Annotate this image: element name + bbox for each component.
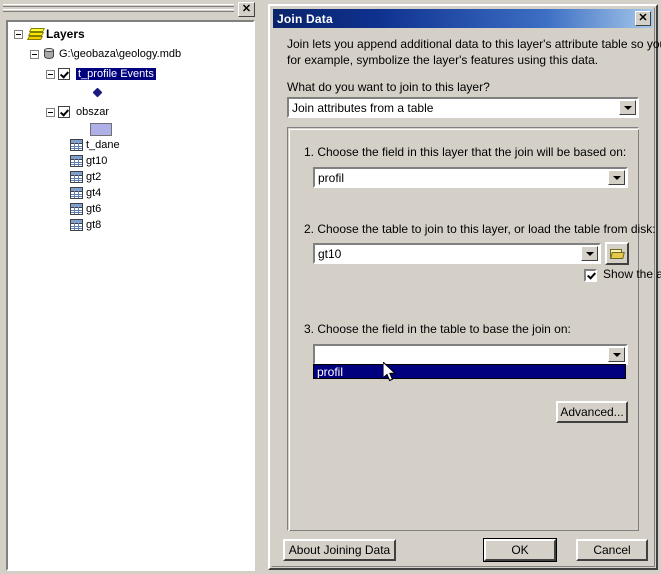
layers-stack-icon — [26, 27, 46, 41]
about-joining-data-button[interactable]: About Joining Data — [283, 539, 396, 561]
ok-button[interactable]: OK — [483, 538, 557, 562]
join-type-value: Join attributes from a table — [292, 100, 434, 115]
close-icon: ✕ — [638, 12, 648, 24]
join-type-combo[interactable]: Join attributes from a table — [287, 97, 639, 118]
table-of-contents-panel: ✕ Layers G:\geobaza\geology.mdb t_profil… — [0, 0, 264, 574]
browse-table-button[interactable] — [605, 242, 629, 265]
dialog-description-line2: for example, symbolize the layer's featu… — [287, 53, 599, 67]
step3-field-combo[interactable] — [313, 344, 628, 365]
tree-item-label: Layers — [46, 27, 85, 41]
table-icon — [70, 171, 83, 183]
step3-label: 3. Choose the field in the table to base… — [304, 322, 571, 336]
tree-item-table-t-dane[interactable]: t_dane — [70, 137, 120, 153]
cancel-button[interactable]: Cancel — [576, 539, 648, 561]
step2-label: 2. Choose the table to join to this laye… — [304, 222, 656, 236]
layer-visibility-checkbox[interactable] — [58, 106, 70, 118]
tree-item-label: obszar — [76, 106, 110, 118]
tree-item-label: gt4 — [86, 187, 102, 199]
dialog-description-line1: Join lets you append additional data to … — [287, 37, 661, 51]
polygon-symbol-icon[interactable] — [90, 122, 112, 136]
chevron-down-icon[interactable] — [608, 170, 625, 185]
tree-item-t-profile-events[interactable]: t_profile Events — [46, 66, 156, 82]
expander-collapse-icon[interactable] — [46, 69, 55, 79]
table-icon — [70, 219, 83, 231]
application-window: ✕ Layers G:\geobaza\geology.mdb t_profil… — [0, 0, 661, 574]
tree-item-obszar[interactable]: obszar — [46, 104, 109, 120]
tree-item-workspace[interactable]: G:\geobaza\geology.mdb — [30, 46, 181, 62]
tree-item-layers[interactable]: Layers — [14, 26, 85, 42]
tree-item-label: gt2 — [86, 171, 102, 183]
table-icon — [70, 187, 83, 199]
dialog-title: Join Data — [277, 11, 333, 26]
point-symbol-icon[interactable] — [92, 87, 103, 97]
chevron-down-icon[interactable] — [619, 100, 636, 115]
tree-item-table-gt6[interactable]: gt6 — [70, 201, 101, 217]
open-folder-icon — [610, 248, 625, 260]
tree-item-table-gt10[interactable]: gt10 — [70, 153, 107, 169]
join-data-dialog: Join Data ✕ Join lets you append additio… — [268, 4, 661, 570]
geodatabase-icon — [42, 47, 56, 61]
gripper-line — [3, 4, 234, 7]
gripper-line — [3, 9, 234, 12]
tree-item-table-gt2[interactable]: gt2 — [70, 169, 101, 185]
tree-item-table-gt4[interactable]: gt4 — [70, 185, 101, 201]
dialog-title-bar[interactable]: Join Data ✕ — [273, 9, 653, 28]
dropdown-option-profil[interactable]: profil — [314, 365, 625, 378]
tree-item-label: t_profile Events — [76, 68, 156, 80]
toc-close-button[interactable]: ✕ — [238, 2, 255, 17]
legend-symbol-polygon-row[interactable] — [90, 121, 115, 137]
legend-symbol-point-row[interactable] — [92, 84, 104, 100]
expander-collapse-icon[interactable] — [14, 29, 23, 39]
step2-table-value: gt10 — [318, 246, 342, 261]
step1-field-combo[interactable]: profil — [313, 167, 628, 188]
table-icon — [70, 203, 83, 215]
advanced-button[interactable]: Advanced... — [556, 401, 628, 423]
tree-item-label: gt8 — [86, 219, 102, 231]
step3-field-dropdown-list[interactable]: profil — [313, 364, 626, 379]
step1-field-value: profil — [318, 170, 345, 185]
step1-label: 1. Choose the field in this layer that t… — [304, 145, 627, 159]
chevron-down-icon[interactable] — [581, 246, 598, 261]
step2-table-combo[interactable]: gt10 — [313, 243, 601, 264]
expander-collapse-icon[interactable] — [46, 107, 55, 117]
table-icon — [70, 139, 83, 151]
tree-item-label: t_dane — [86, 139, 120, 151]
close-icon: ✕ — [241, 3, 252, 15]
chevron-down-icon[interactable] — [608, 347, 625, 362]
dialog-close-button[interactable]: ✕ — [635, 11, 651, 26]
layer-visibility-checkbox[interactable] — [58, 68, 70, 80]
tree-item-label: gt10 — [86, 155, 108, 167]
tree-item-label: gt6 — [86, 203, 102, 215]
show-attribute-tables-label: Show the attribute tables of layers in t… — [603, 267, 661, 281]
join-type-label: What do you want to join to this layer? — [287, 80, 490, 94]
expander-collapse-icon[interactable] — [30, 49, 39, 59]
show-attribute-tables-checkbox[interactable] — [584, 269, 597, 282]
layers-tree[interactable]: Layers G:\geobaza\geology.mdb t_profile … — [6, 20, 255, 571]
table-icon — [70, 155, 83, 167]
tree-item-label: G:\geobaza\geology.mdb — [59, 48, 182, 60]
toc-drag-gripper[interactable] — [3, 2, 234, 16]
tree-item-table-gt8[interactable]: gt8 — [70, 217, 101, 233]
